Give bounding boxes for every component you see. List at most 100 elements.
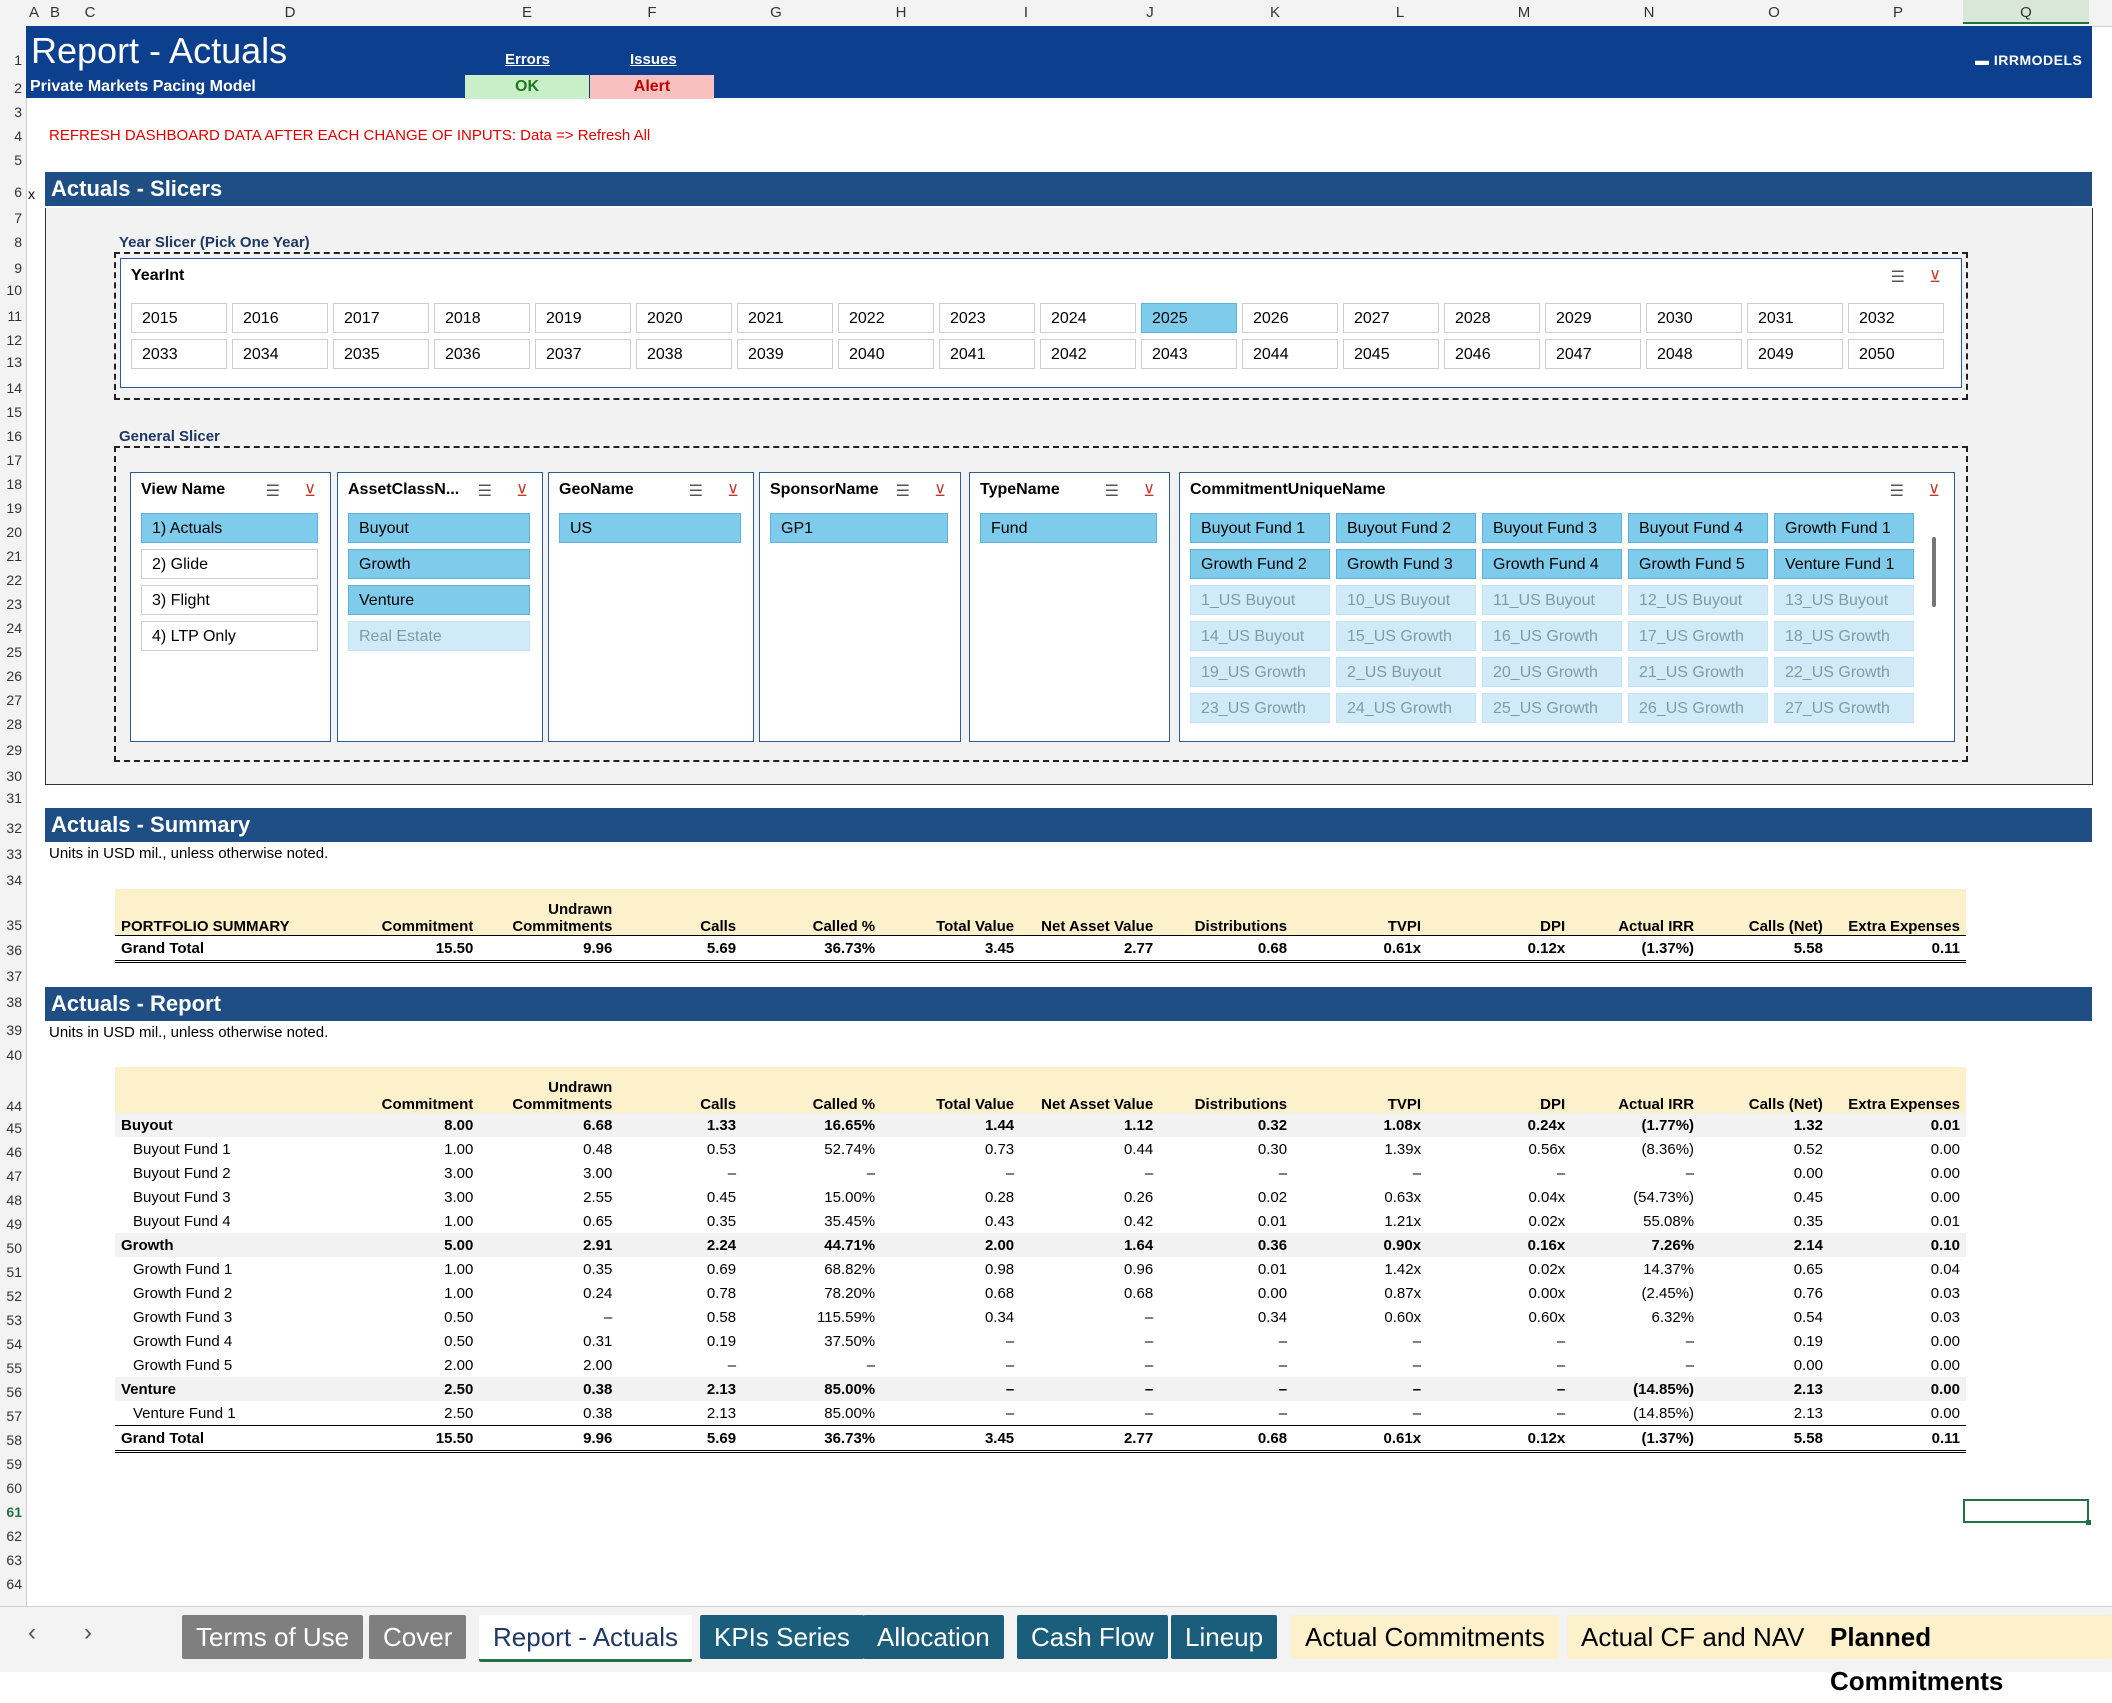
row-number[interactable]: 27 <box>0 692 22 708</box>
row-number[interactable]: 63 <box>0 1552 22 1568</box>
commitment-item[interactable]: Buyout Fund 4 <box>1628 513 1768 543</box>
row-number[interactable]: 26 <box>0 668 22 684</box>
commitment-item[interactable]: 26_US Growth <box>1628 693 1768 723</box>
chevron-left-icon[interactable]: ‹ <box>28 1619 36 1647</box>
commitment-item[interactable]: Buyout Fund 1 <box>1190 513 1330 543</box>
year-button[interactable]: 2042 <box>1040 339 1136 369</box>
year-button[interactable]: 2019 <box>535 303 631 333</box>
commitment-item[interactable]: Venture Fund 1 <box>1774 549 1914 579</box>
sheet-tab[interactable]: KPIs Series <box>700 1615 864 1659</box>
row-number[interactable]: 24 <box>0 620 22 636</box>
slicer-item[interactable]: Venture <box>348 585 530 615</box>
row-number[interactable]: 17 <box>0 452 22 468</box>
year-button[interactable]: 2026 <box>1242 303 1338 333</box>
row-number[interactable]: 9 <box>0 260 22 276</box>
commitment-item[interactable]: Growth Fund 5 <box>1628 549 1768 579</box>
commitment-item[interactable]: Buyout Fund 3 <box>1482 513 1622 543</box>
row-number[interactable]: 48 <box>0 1192 22 1208</box>
row-number[interactable]: 53 <box>0 1312 22 1328</box>
year-button[interactable]: 2020 <box>636 303 732 333</box>
row-number[interactable]: 14 <box>0 380 22 396</box>
column-header[interactable]: H <box>893 4 909 21</box>
commitment-item[interactable]: 13_US Buyout <box>1774 585 1914 615</box>
commitment-item[interactable]: Growth Fund 4 <box>1482 549 1622 579</box>
slicer-item[interactable]: GP1 <box>770 513 948 543</box>
row-number[interactable]: 32 <box>0 820 22 836</box>
column-header[interactable]: M <box>1516 4 1532 21</box>
year-button[interactable]: 2036 <box>434 339 530 369</box>
year-button[interactable]: 2046 <box>1444 339 1540 369</box>
year-button[interactable]: 2050 <box>1848 339 1944 369</box>
multiselect-icon[interactable]: ☰ <box>1890 481 1904 501</box>
slicer-item[interactable]: Growth <box>348 549 530 579</box>
multiselect-icon[interactable]: ☰ <box>1105 481 1119 501</box>
sheet-tab[interactable]: Planned Commitments <box>1816 1615 2112 1696</box>
row-number[interactable]: 47 <box>0 1168 22 1184</box>
commitment-item[interactable]: Growth Fund 1 <box>1774 513 1914 543</box>
sheet-tab[interactable]: Lineup <box>1171 1615 1278 1659</box>
clear-filter-icon[interactable]: ⊻ <box>516 481 528 501</box>
slicer-item[interactable]: Real Estate <box>348 621 530 651</box>
row-number[interactable]: 55 <box>0 1360 22 1376</box>
commitment-item[interactable]: 1_US Buyout <box>1190 585 1330 615</box>
row-number[interactable]: 36 <box>0 942 22 958</box>
row-number[interactable]: 37 <box>0 968 22 984</box>
commitment-item[interactable]: 27_US Growth <box>1774 693 1914 723</box>
chevron-right-icon[interactable]: › <box>84 1619 92 1647</box>
commitment-item[interactable]: 25_US Growth <box>1482 693 1622 723</box>
column-header[interactable]: Q <box>1963 0 2089 24</box>
multiselect-icon[interactable]: ☰ <box>896 481 910 501</box>
row-number[interactable]: 59 <box>0 1456 22 1472</box>
row-number[interactable]: 23 <box>0 596 22 612</box>
sheet-tab[interactable]: Allocation <box>863 1615 1004 1659</box>
row-number[interactable]: 35 <box>0 917 22 933</box>
column-header[interactable]: G <box>768 4 784 21</box>
column-header[interactable]: C <box>82 4 98 21</box>
row-number[interactable]: 13 <box>0 354 22 370</box>
year-button[interactable]: 2035 <box>333 339 429 369</box>
sheet-tab[interactable]: Actual Commitments <box>1291 1615 1559 1659</box>
row-number[interactable]: 31 <box>0 790 22 806</box>
commitment-item[interactable]: Buyout Fund 2 <box>1336 513 1476 543</box>
slicer-item[interactable]: 2) Glide <box>141 549 318 579</box>
commitment-item[interactable]: 20_US Growth <box>1482 657 1622 687</box>
year-button[interactable]: 2023 <box>939 303 1035 333</box>
clear-filter-icon[interactable]: ⊻ <box>1928 481 1940 501</box>
year-button[interactable]: 2039 <box>737 339 833 369</box>
slicer-item[interactable]: 4) LTP Only <box>141 621 318 651</box>
clear-filter-icon[interactable]: ⊻ <box>304 481 316 501</box>
column-header[interactable]: P <box>1890 4 1906 21</box>
commitment-item[interactable]: 24_US Growth <box>1336 693 1476 723</box>
sheet-tab[interactable]: Actual CF and NAV <box>1567 1615 1819 1659</box>
column-header[interactable]: D <box>282 4 298 21</box>
row-number[interactable]: 12 <box>0 332 22 348</box>
commitment-item[interactable]: 11_US Buyout <box>1482 585 1622 615</box>
column-header[interactable]: O <box>1766 4 1782 21</box>
row-number[interactable]: 56 <box>0 1384 22 1400</box>
row-number[interactable]: 51 <box>0 1264 22 1280</box>
commitment-item[interactable]: 10_US Buyout <box>1336 585 1476 615</box>
year-button[interactable]: 2045 <box>1343 339 1439 369</box>
sheet-tab[interactable]: Cover <box>369 1615 467 1659</box>
commitment-item[interactable]: 14_US Buyout <box>1190 621 1330 651</box>
year-button[interactable]: 2027 <box>1343 303 1439 333</box>
row-number[interactable]: 57 <box>0 1408 22 1424</box>
row-number[interactable]: 52 <box>0 1288 22 1304</box>
issues-link[interactable]: Issues <box>630 51 677 68</box>
column-header[interactable]: L <box>1392 4 1408 21</box>
sheet-tab[interactable]: Report - Actuals <box>479 1615 692 1662</box>
year-button[interactable]: 2029 <box>1545 303 1641 333</box>
column-header[interactable]: A <box>26 4 42 21</box>
row-number[interactable]: 58 <box>0 1432 22 1448</box>
slicer-item[interactable]: 1) Actuals <box>141 513 318 543</box>
commitment-item[interactable]: 21_US Growth <box>1628 657 1768 687</box>
row-number[interactable]: 34 <box>0 872 22 888</box>
multiselect-icon[interactable]: ☰ <box>689 481 703 501</box>
commitment-item[interactable]: 12_US Buyout <box>1628 585 1768 615</box>
row-number[interactable]: 22 <box>0 572 22 588</box>
row-number[interactable]: 4 <box>0 128 22 144</box>
year-button[interactable]: 2037 <box>535 339 631 369</box>
year-button[interactable]: 2041 <box>939 339 1035 369</box>
year-button[interactable]: 2021 <box>737 303 833 333</box>
row-number[interactable]: 61 <box>0 1504 22 1520</box>
